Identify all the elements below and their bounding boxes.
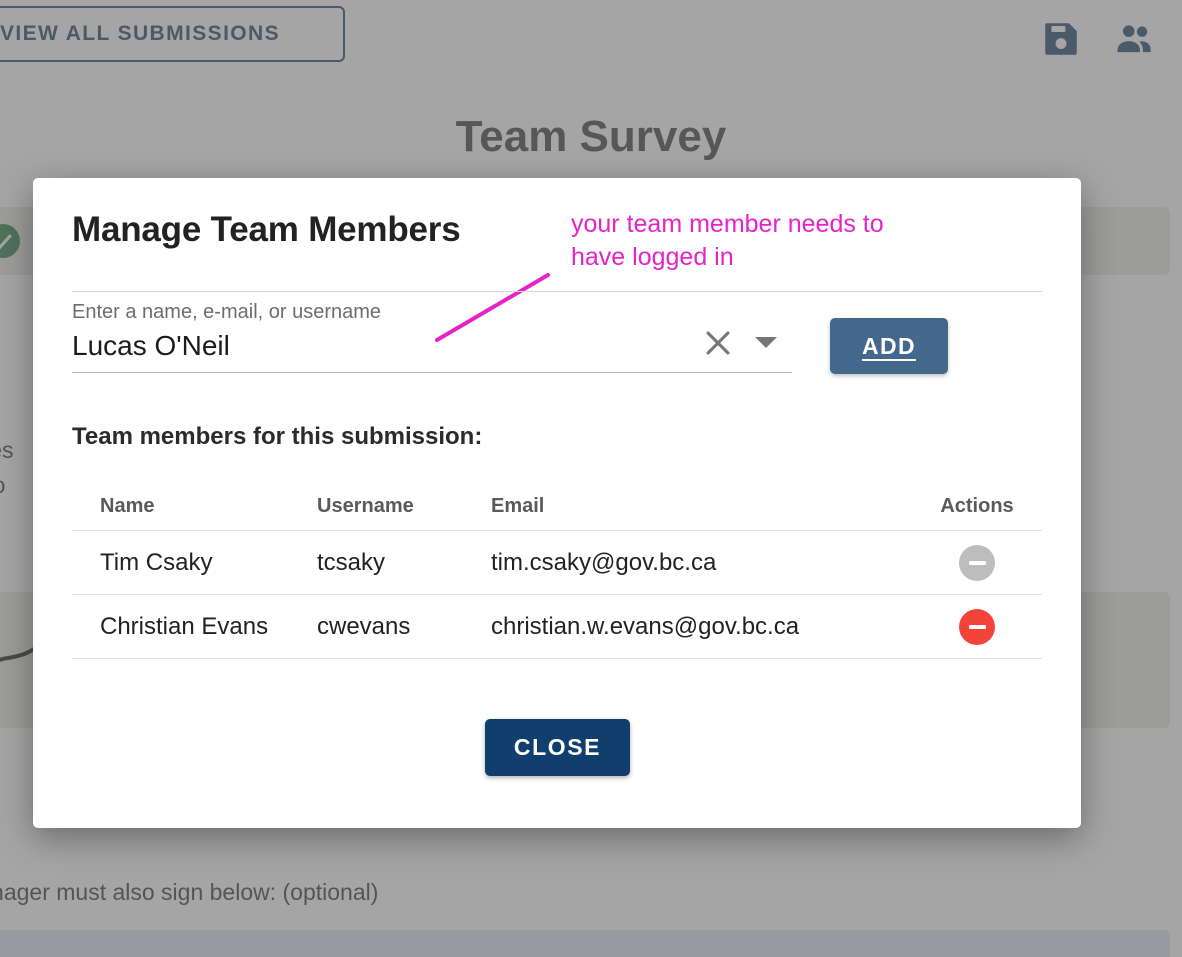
cell-name: Christian Evans [100, 612, 269, 640]
table-header-row: Name Username Email Actions [72, 483, 1042, 531]
cell-email: christian.w.evans@gov.bc.ca [491, 612, 800, 640]
add-button[interactable]: ADD [830, 318, 948, 374]
annotation-text: your team member needs to have logged in [571, 210, 884, 271]
table-row: Tim Csaky tcsaky tim.csaky@gov.bc.ca [72, 531, 1042, 595]
column-header-email: Email [491, 495, 545, 517]
team-members-table: Name Username Email Actions Tim Csaky tc… [72, 483, 1042, 659]
column-header-name: Name [100, 495, 155, 517]
cell-name: Tim Csaky [100, 548, 213, 576]
search-input-label: Enter a name, e-mail, or username [72, 301, 382, 323]
cell-username: cwevans [317, 612, 411, 640]
team-members-subheading: Team members for this submission: [72, 423, 483, 450]
remove-member-icon[interactable] [959, 608, 995, 645]
manage-team-members-dialog: Manage Team Members your team member nee… [33, 178, 1081, 828]
dialog-title: Manage Team Members [72, 210, 461, 249]
table-row: Christian Evans cwevans christian.w.evan… [72, 595, 1042, 659]
cell-actions [912, 608, 1042, 645]
cell-username: tcsaky [317, 548, 386, 576]
column-header-actions: Actions [940, 495, 1014, 517]
column-header-username: Username [317, 495, 414, 517]
search-input-underline [72, 372, 792, 373]
minus-bar [968, 624, 986, 629]
remove-member-icon[interactable] [959, 544, 995, 581]
close-button[interactable]: CLOSE [485, 719, 630, 776]
minus-bar [968, 560, 986, 565]
app-root: VIEW ALL SUBMISSIONS Team Survey af [0, 0, 1182, 957]
chevron-down-icon[interactable] [755, 337, 777, 348]
clear-x-icon[interactable] [701, 326, 735, 360]
dialog-divider [72, 291, 1042, 292]
cell-email: tim.csaky@gov.bc.ca [491, 548, 717, 576]
search-input[interactable]: Lucas O'Neil [72, 330, 230, 362]
cell-actions [912, 544, 1042, 581]
